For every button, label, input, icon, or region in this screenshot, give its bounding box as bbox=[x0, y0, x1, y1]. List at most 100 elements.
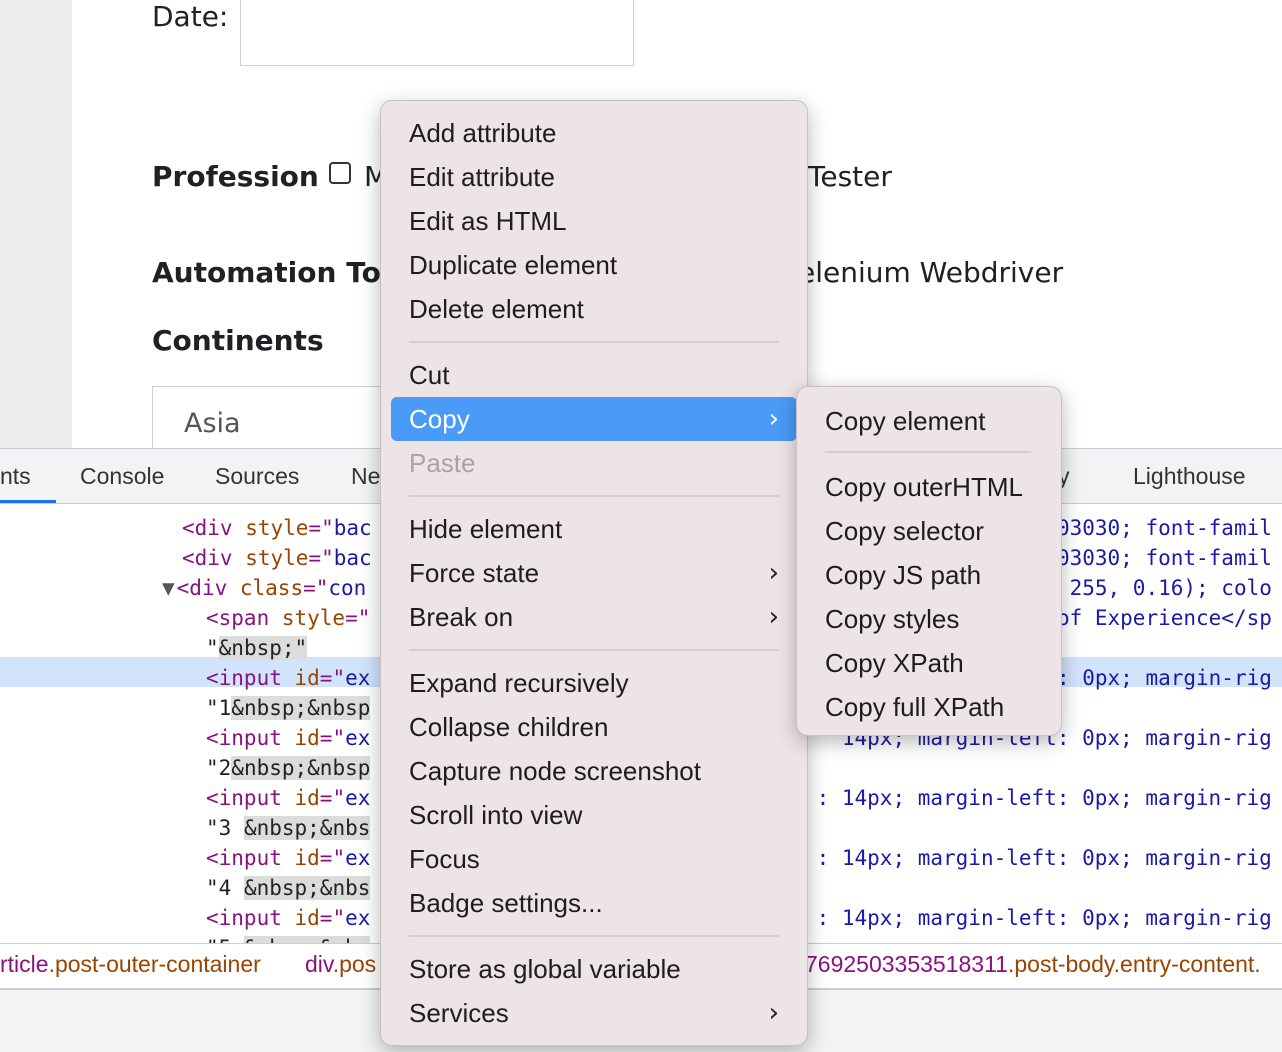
node-attr-eq: =" bbox=[308, 516, 333, 540]
menu-separator bbox=[409, 649, 779, 651]
node-style-text: of Experience</sp bbox=[1057, 603, 1272, 633]
menu-item-focus[interactable]: Focus bbox=[391, 837, 797, 881]
submenu-item-copy-full-xpath[interactable]: Copy full XPath bbox=[807, 685, 1051, 729]
menu-item-delete-element[interactable]: Delete element bbox=[391, 287, 797, 331]
menu-item-capture-node-screenshot[interactable]: Capture node screenshot bbox=[391, 749, 797, 793]
breadcrumb-tag: div bbox=[305, 951, 333, 977]
node-tag: "1 bbox=[206, 696, 231, 720]
dom-node-line[interactable]: "2&nbsp;&nbsp bbox=[206, 753, 370, 783]
node-style-text: 03030; font-famil bbox=[1057, 543, 1272, 573]
breadcrumb-item[interactable]: div.pos bbox=[305, 944, 376, 984]
continent-option-asia[interactable]: Asia bbox=[184, 408, 241, 439]
menu-item-label: Paste bbox=[409, 448, 476, 478]
dom-node-line[interactable]: <input id="ex bbox=[206, 723, 370, 753]
node-tag: " bbox=[206, 636, 219, 660]
submenu-item-copy-outerhtml[interactable]: Copy outerHTML bbox=[807, 465, 1051, 509]
dom-node-line[interactable]: "&nbsp;" bbox=[206, 633, 307, 663]
breadcrumb-tag: rticle bbox=[0, 951, 49, 977]
node-tag: <input bbox=[206, 786, 282, 810]
chevron-right-icon: › bbox=[769, 991, 779, 1035]
chevron-right-icon: › bbox=[769, 551, 779, 595]
menu-item-collapse-children[interactable]: Collapse children bbox=[391, 705, 797, 749]
menu-item-badge-settings[interactable]: Badge settings... bbox=[391, 881, 797, 925]
menu-item-add-attribute[interactable]: Add attribute bbox=[391, 111, 797, 155]
node-attr-name: id bbox=[282, 666, 320, 690]
tab-console[interactable]: Console bbox=[80, 463, 164, 490]
node-attr-name: style bbox=[269, 606, 345, 630]
breadcrumb-item[interactable]: 7692503353518311.post-body.entry-content… bbox=[805, 944, 1261, 984]
submenu-item-copy-styles[interactable]: Copy styles bbox=[807, 597, 1051, 641]
node-tag: <div bbox=[182, 546, 233, 570]
node-tag: "3 bbox=[206, 816, 244, 840]
date-input[interactable] bbox=[240, 0, 634, 66]
node-attr-value: ex bbox=[345, 846, 370, 870]
node-style-text: 255, 0.16); colo bbox=[1070, 573, 1272, 603]
dom-node-line[interactable]: <span style=" bbox=[206, 603, 370, 633]
submenu-item-copy-element[interactable]: Copy element bbox=[807, 399, 1051, 443]
dom-node-line[interactable]: ▼<div class="con bbox=[162, 573, 366, 603]
dom-node-line[interactable]: "1&nbsp;&nbsp bbox=[206, 693, 370, 723]
node-attr-value: ex bbox=[345, 906, 370, 930]
node-tag: <input bbox=[206, 906, 282, 930]
node-attr-eq: =" bbox=[320, 726, 345, 750]
node-tag: <span bbox=[206, 606, 269, 630]
node-attr-eq: =" bbox=[320, 666, 345, 690]
continents-label: Continents bbox=[152, 324, 324, 357]
node-attr-name: id bbox=[282, 906, 320, 930]
menu-item-cut[interactable]: Cut bbox=[391, 353, 797, 397]
submenu-item-copy-js-path[interactable]: Copy JS path bbox=[807, 553, 1051, 597]
menu-item-store-as-global-variable[interactable]: Store as global variable bbox=[391, 947, 797, 991]
context-menu: Add attributeEdit attributeEdit as HTMLD… bbox=[380, 100, 808, 1046]
menu-item-force-state[interactable]: Force state› bbox=[391, 551, 797, 595]
menu-item-hide-element[interactable]: Hide element bbox=[391, 507, 797, 551]
node-attr-value: &nbsp;&nbs bbox=[244, 816, 370, 840]
dom-node-line[interactable]: <input id="ex bbox=[206, 903, 370, 933]
node-attr-name: id bbox=[282, 846, 320, 870]
tab-lighthouse[interactable]: Lighthouse bbox=[1133, 463, 1246, 490]
dom-node-line[interactable]: <div style="bac bbox=[182, 513, 372, 543]
dom-node-line[interactable]: <input id="ex bbox=[206, 663, 370, 693]
automation-tool-label: Automation To bbox=[152, 256, 381, 289]
node-tag: "4 bbox=[206, 876, 244, 900]
menu-item-services[interactable]: Services › bbox=[391, 991, 797, 1035]
dom-node-line[interactable]: <div style="bac bbox=[182, 543, 372, 573]
menu-item-label: Add attribute bbox=[409, 118, 556, 148]
menu-item-scroll-into-view[interactable]: Scroll into view bbox=[391, 793, 797, 837]
node-style-text: 03030; font-famil bbox=[1057, 513, 1272, 543]
submenu-item-copy-xpath[interactable]: Copy XPath bbox=[807, 641, 1051, 685]
node-attr-value: bac bbox=[334, 516, 372, 540]
dom-node-line[interactable]: <input id="ex bbox=[206, 843, 370, 873]
tab-network[interactable]: Ne bbox=[351, 463, 380, 490]
menu-separator bbox=[409, 341, 779, 343]
node-attr-value: con bbox=[328, 576, 366, 600]
menu-item-expand-recursively[interactable]: Expand recursively bbox=[391, 661, 797, 705]
menu-item-label: Badge settings... bbox=[409, 888, 603, 918]
menu-item-break-on[interactable]: Break on› bbox=[391, 595, 797, 639]
menu-separator bbox=[409, 495, 779, 497]
breadcrumb-class: .post-outer-container bbox=[49, 951, 261, 977]
copy-submenu: Copy elementCopy outerHTMLCopy selectorC… bbox=[796, 386, 1062, 736]
node-attr-value: bac bbox=[334, 546, 372, 570]
dom-node-line[interactable]: "4 &nbsp;&nbs bbox=[206, 873, 370, 903]
profession-checkbox[interactable] bbox=[329, 162, 351, 184]
node-attr-eq: =" bbox=[308, 546, 333, 570]
breadcrumb-item[interactable]: rticle.post-outer-container bbox=[0, 944, 261, 984]
automation-option-selenium: elenium Webdriver bbox=[798, 256, 1063, 289]
menu-item-label: Collapse children bbox=[409, 712, 608, 742]
tab-sources[interactable]: Sources bbox=[215, 463, 299, 490]
node-attr-value: ex bbox=[345, 666, 370, 690]
dom-node-line[interactable]: "3 &nbsp;&nbs bbox=[206, 813, 370, 843]
menu-item-edit-attribute[interactable]: Edit attribute bbox=[391, 155, 797, 199]
node-attr-value: &nbsp;&nbsp bbox=[231, 696, 370, 720]
node-attr-value: ex bbox=[345, 786, 370, 810]
dom-node-line[interactable]: <input id="ex bbox=[206, 783, 370, 813]
menu-item-label: Services bbox=[409, 998, 509, 1028]
menu-item-copy[interactable]: Copy› bbox=[391, 397, 797, 441]
breadcrumb-class: .post-body.entry-content. bbox=[1008, 951, 1261, 977]
menu-item-edit-as-html[interactable]: Edit as HTML bbox=[391, 199, 797, 243]
menu-item-duplicate-element[interactable]: Duplicate element bbox=[391, 243, 797, 287]
submenu-item-copy-selector[interactable]: Copy selector bbox=[807, 509, 1051, 553]
tab-elements[interactable]: nts bbox=[0, 463, 31, 490]
node-style-text: : 14px; margin-left: 0px; margin-rig bbox=[817, 903, 1272, 933]
node-tag: <input bbox=[206, 726, 282, 750]
